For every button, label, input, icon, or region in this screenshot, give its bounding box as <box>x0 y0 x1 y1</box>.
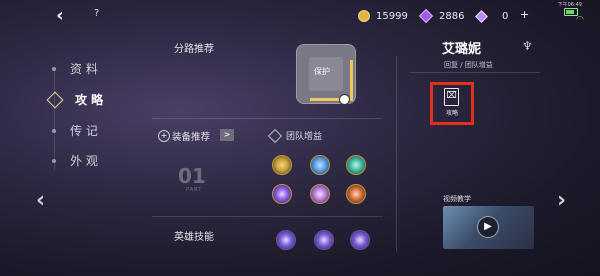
nav-item-label: 攻 略 <box>75 93 104 107</box>
team-buff-label[interactable]: 团队增益 <box>286 129 322 142</box>
skill-icon[interactable] <box>350 230 370 250</box>
gem-balance: 2886 <box>418 8 465 24</box>
diamond-icon <box>46 91 64 108</box>
team-buff-icon <box>267 128 283 144</box>
coin-icon <box>358 10 370 22</box>
lane-title: 分路推荐 <box>174 44 214 55</box>
nav-item-guide[interactable]: 攻 略 <box>46 91 104 108</box>
equipment-item[interactable] <box>310 155 330 175</box>
equipment-item[interactable] <box>346 155 366 175</box>
nav-item-skins[interactable]: 外 观 <box>52 152 98 169</box>
equipment-title: 装备推荐 <box>172 132 211 143</box>
divider <box>410 72 540 73</box>
status-time: 下午06:49 <box>557 2 582 8</box>
wifi-icon: ◠ <box>576 15 584 25</box>
nav-dot-icon <box>52 128 56 133</box>
nav-item-label: 传 记 <box>70 124 98 138</box>
lane-role-label: 保护 <box>314 67 330 76</box>
equipment-item[interactable] <box>272 155 292 175</box>
lane-marker-icon <box>339 94 350 105</box>
hero-emblem-icon: ♆ <box>522 39 533 53</box>
nav-item-label: 外 观 <box>70 154 98 168</box>
prev-hero-arrow[interactable]: ‹ <box>36 188 45 213</box>
equipment-more-button[interactable]: > <box>220 129 234 141</box>
coin-amount: 15999 <box>376 10 408 22</box>
nav-item-profile[interactable]: 资 料 <box>52 60 98 77</box>
video-title: 视频教学 <box>443 195 471 203</box>
back-button[interactable]: ‹ <box>50 6 70 26</box>
skill-icon[interactable] <box>314 230 334 250</box>
guide-icon: ⌧ <box>444 88 459 106</box>
add-currency-button[interactable]: + <box>520 8 529 21</box>
nav-dot-icon <box>52 158 56 163</box>
skills-title: 英雄技能 <box>174 232 214 243</box>
divider <box>152 118 382 119</box>
gem-icon <box>418 8 434 24</box>
lane-path <box>350 60 353 101</box>
equipment-item[interactable] <box>272 184 292 204</box>
equipment-item[interactable] <box>310 184 330 204</box>
nav-item-label: 资 料 <box>70 62 98 76</box>
add-icon: + <box>158 130 170 142</box>
hero-role: 回复 / 团队增益 <box>444 61 493 69</box>
nav-dot-icon <box>52 66 56 71</box>
divider <box>152 216 382 217</box>
next-hero-arrow[interactable]: › <box>557 188 566 213</box>
page-sub: PART <box>186 187 203 193</box>
equipment-item[interactable] <box>346 184 366 204</box>
play-icon[interactable]: ▶ <box>477 216 499 238</box>
ticket-balance: 0 <box>475 9 509 23</box>
hero-name: 艾璐妮 <box>442 42 482 57</box>
page-number: 01 <box>178 164 206 188</box>
guide-label: 攻略 <box>446 110 459 117</box>
divider <box>396 56 397 252</box>
ticket-amount: 0 <box>502 10 509 22</box>
ticket-icon <box>475 9 488 23</box>
coin-balance: 15999 <box>358 9 408 23</box>
gem-amount: 2886 <box>439 10 465 22</box>
help-button[interactable]: ? <box>94 8 99 19</box>
nav-item-biography[interactable]: 传 记 <box>52 122 98 139</box>
skill-icon[interactable] <box>276 230 296 250</box>
